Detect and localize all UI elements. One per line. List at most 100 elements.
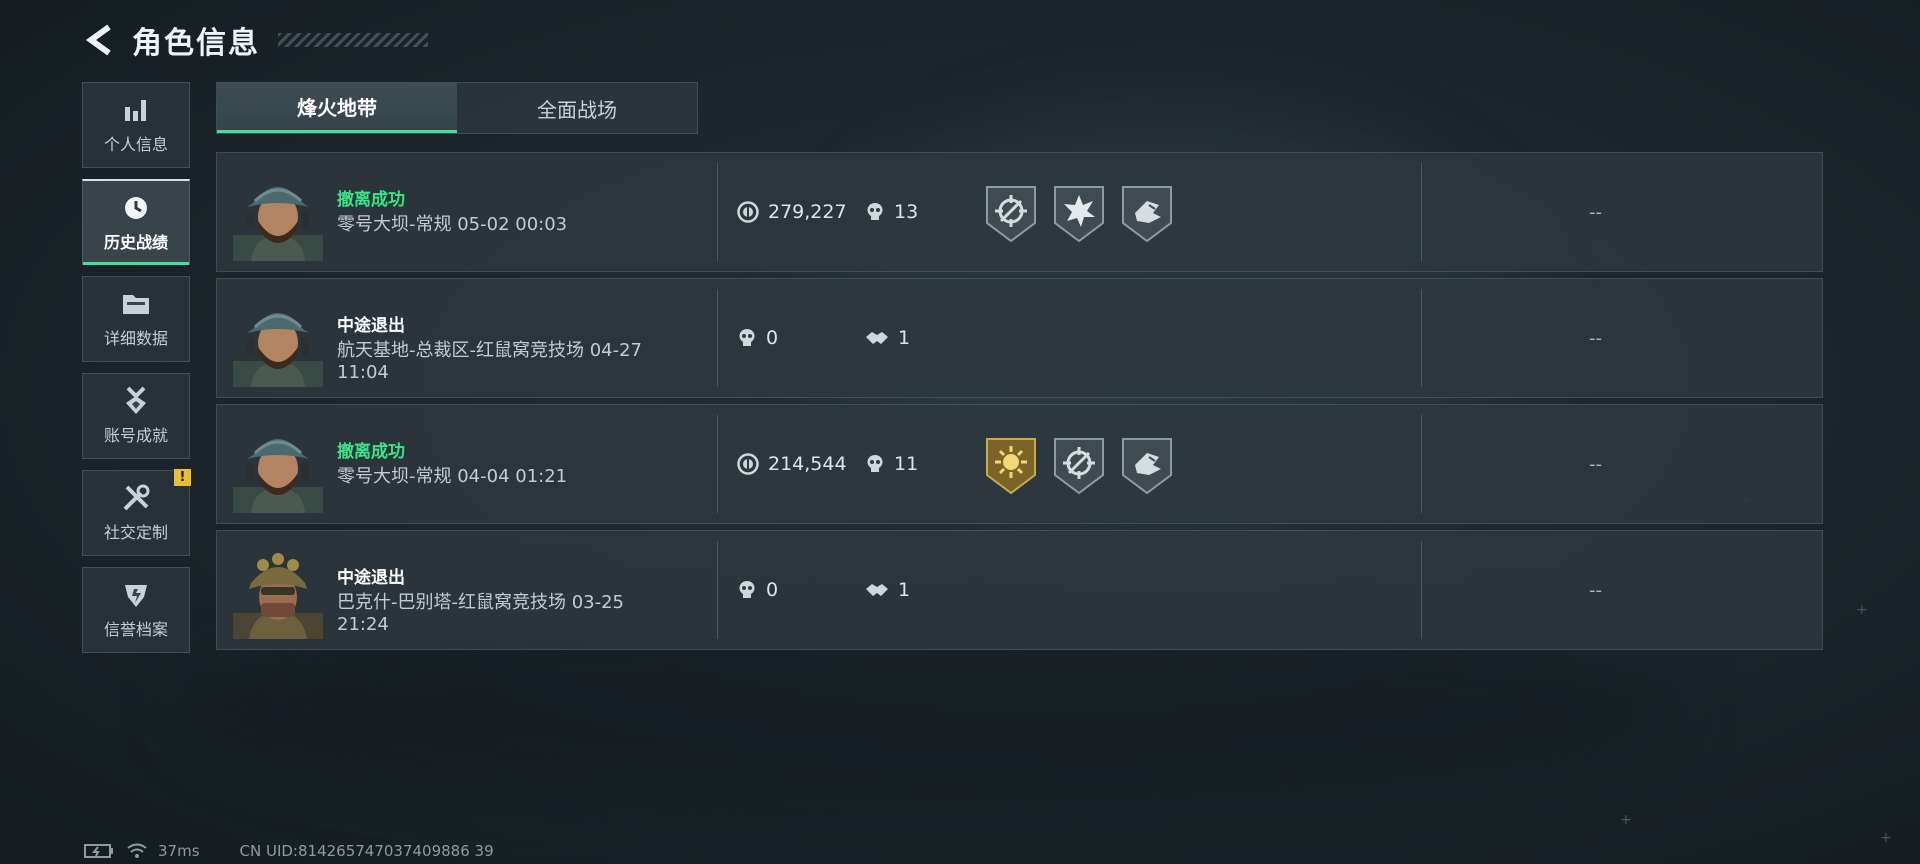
match-map-time: 航天基地-总裁区-红鼠窝竞技场 04-27 11:04 [337,340,643,383]
sidebar-item-label: 个人信息 [103,135,168,154]
coin-icon [737,453,759,475]
sidebar: 个人信息 历史战绩 详细数据 账号成就 社交定制 ! 信誉档案 [82,82,192,664]
sidebar-item-label: 历史战绩 [103,232,168,252]
folder-icon [121,289,151,319]
kill-count: 0 [737,531,778,649]
match-info: 撤离成功 零号大坝-常规 04-04 01:21 [337,437,667,488]
match-map-time: 巴克什-巴别塔-红鼠窝竞技场 03-25 21:24 [337,592,625,635]
match-info: 撤离成功 零号大坝-常规 05-02 00:03 [337,185,667,236]
sidebar-item-personal-info[interactable]: 个人信息 [82,82,190,168]
match-history-list: 撤离成功 零号大坝-常规 05-02 00:03 279,227 13 -- 中… [216,152,1823,656]
kill-count-text: 0 [766,579,779,601]
skull-icon [739,329,755,346]
kill-count-text: 0 [766,327,779,349]
divider [717,415,718,513]
battery-icon [84,844,113,858]
divider [717,541,718,639]
extract-value: 279,227 [737,153,847,271]
operator-avatar [233,165,323,261]
handshake-icon [866,332,888,344]
match-map-time: 零号大坝-常规 04-04 01:21 [337,466,568,487]
match-score: -- [1589,579,1602,601]
kill-count-text: 11 [894,453,919,475]
match-result: 撤离成功 [337,190,405,210]
divider [1421,289,1422,387]
tools-icon [121,483,151,513]
tab-warfare-zone[interactable]: 烽火地带 [217,83,457,133]
hand-medal-icon[interactable] [1119,435,1175,495]
clock-icon [121,193,151,223]
match-info: 中途退出 航天基地-总裁区-红鼠窝竞技场 04-27 11:04 [337,311,667,384]
sidebar-item-label: 详细数据 [103,329,168,348]
assist-count-text: 1 [898,579,911,601]
sidebar-item-label: 社交定制 [103,523,168,542]
match-row[interactable]: 撤离成功 零号大坝-常规 05-02 00:03 279,227 13 -- [216,152,1823,272]
back-button[interactable] [80,20,120,60]
match-result: 中途退出 [337,316,405,336]
match-row[interactable]: 撤离成功 零号大坝-常规 04-04 01:21 214,544 11 -- [216,404,1823,524]
match-result: 中途退出 [337,568,405,588]
operator-avatar [233,417,323,513]
match-score: -- [1589,201,1602,223]
gold-sun-medal-icon[interactable] [983,435,1039,495]
match-row[interactable]: 中途退出 航天基地-总裁区-红鼠窝竞技场 04-27 11:04 0 1 -- [216,278,1823,398]
back-arrow-icon [85,24,111,56]
bar-chart-icon [121,95,151,125]
operator-avatar [233,543,323,639]
hand-medal-icon[interactable] [1119,183,1175,243]
sidebar-item-social-custom[interactable]: 社交定制 ! [82,469,191,556]
credit-shield-icon [121,580,151,610]
divider [717,289,718,387]
sidebar-item-match-history[interactable]: 历史战绩 [82,179,190,265]
match-row[interactable]: 中途退出 巴克什-巴别塔-红鼠窝竞技场 03-25 21:24 0 1 -- [216,530,1823,650]
assist-count: 1 [865,279,910,397]
sidebar-item-credit-record[interactable]: 信誉档案 [82,567,190,653]
sidebar-item-detailed-data[interactable]: 详细数据 [82,276,190,362]
alert-badge: ! [174,469,191,486]
skull-icon [867,455,883,472]
extract-value-text: 214,544 [768,453,847,475]
deco-cross-icon: + [1856,602,1868,618]
match-info: 中途退出 巴克什-巴别塔-红鼠窝竞技场 03-25 21:24 [337,563,667,636]
match-score: -- [1589,453,1602,475]
ping-text: 37ms [158,842,200,860]
burst-medal-icon[interactable] [1051,183,1107,243]
assist-count-text: 1 [898,327,911,349]
extract-value-text: 279,227 [768,201,847,223]
handshake-icon [866,584,888,596]
deco-cross-icon: + [1620,812,1632,828]
coin-icon [737,201,759,223]
title-decoration [278,33,428,47]
match-result: 撤离成功 [337,442,405,462]
match-score: -- [1589,327,1602,349]
match-map-time: 零号大坝-常规 05-02 00:03 [337,214,568,235]
assist-count: 1 [865,531,910,649]
operator-avatar [233,291,323,387]
medal-list [983,183,1175,243]
page-title: 角色信息 [132,26,260,61]
divider [1421,415,1422,513]
divider [1421,163,1422,261]
mode-tabs: 烽火地带 全面战场 [216,82,698,134]
kill-count-text: 13 [894,201,919,223]
kill-count: 0 [737,279,778,397]
sidebar-item-achievements[interactable]: 账号成就 [82,373,190,459]
divider [1421,541,1422,639]
medal-icon [121,386,151,416]
sidebar-item-label: 信誉档案 [103,620,168,639]
crosshair-medal-icon[interactable] [1051,435,1107,495]
medal-list [983,435,1175,495]
skull-icon [739,581,755,598]
deco-cross-icon: + [1880,830,1892,846]
sidebar-item-label: 账号成就 [103,426,168,445]
crosshair-medal-icon[interactable] [983,183,1039,243]
uid-text: CN UID:814265747037409886 39 [239,842,494,860]
kill-count: 13 [865,153,918,271]
divider [717,163,718,261]
status-bar: 37ms CN UID:814265747037409886 39 [84,842,494,860]
skull-icon [867,203,883,220]
tab-full-battlefield[interactable]: 全面战场 [457,83,697,133]
extract-value: 214,544 [737,405,847,523]
page-header: 角色信息 [80,18,428,62]
kill-count: 11 [865,405,918,523]
